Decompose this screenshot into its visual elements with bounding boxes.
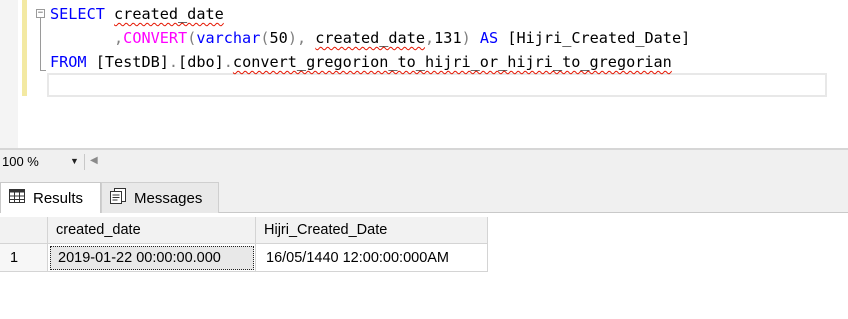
type-varchar: varchar [196, 29, 261, 47]
comma: , [425, 29, 435, 47]
code-line-3[interactable]: FROM [TestDB].[dbo].convert_gregorion_to… [50, 51, 672, 74]
results-grid: created_date Hijri_Created_Date 1 2019-0… [0, 213, 848, 319]
row-number-header[interactable] [0, 217, 48, 244]
tab-label: Results [33, 189, 84, 207]
keyword-from: FROM [50, 53, 87, 71]
column-header-hijri-created-date[interactable]: Hijri_Created_Date [256, 217, 488, 244]
column-header-created-date[interactable]: created_date [48, 217, 256, 244]
editor-gutter [0, 0, 18, 148]
tab-results[interactable]: Results [0, 182, 101, 213]
results-tabbar: Results Messages [0, 174, 848, 213]
code-line-2[interactable]: ,CONVERT(varchar(50), created_date,131) … [50, 27, 690, 50]
table-name: convert_gregorion_to_hijri_or_hijri_to_g… [232, 53, 672, 71]
function-convert: CONVERT [123, 29, 188, 47]
column-name: created_date [114, 5, 224, 23]
scroll-left-icon[interactable]: ◀ [90, 155, 98, 166]
fold-guide-end [40, 70, 46, 71]
schema-name: [dbo] [178, 53, 224, 71]
column-alias: [Hijri_Created_Date] [507, 29, 691, 47]
grid-icon [9, 189, 25, 207]
paren: ) [461, 29, 471, 47]
zoom-bar: 100 % ▼ ◀ [0, 150, 848, 174]
cell-created-date[interactable]: 2019-01-22 00:00:00.000 [48, 244, 256, 272]
zoom-divider [84, 154, 85, 170]
tab-messages[interactable]: Messages [101, 182, 219, 213]
keyword-select: SELECT [50, 5, 105, 23]
change-indicator-bar [22, 0, 27, 96]
chevron-down-icon[interactable]: ▼ [70, 156, 79, 166]
row-number[interactable]: 1 [0, 244, 48, 272]
collapse-icon[interactable]: − [36, 9, 45, 18]
column-arg: created_date [315, 29, 425, 47]
query-editor[interactable]: − SELECT created_date ,CONVERT(varchar(5… [0, 0, 848, 148]
database-name: [TestDB] [95, 53, 169, 71]
messages-icon [110, 188, 126, 208]
paren: ( [187, 29, 197, 47]
tab-label: Messages [134, 189, 203, 207]
current-line-highlight [47, 73, 827, 97]
paren: ), [287, 29, 307, 47]
cell-hijri-created-date[interactable]: 16/05/1440 12:00:00:000AM [256, 244, 488, 272]
code-line-1[interactable]: SELECT created_date [50, 3, 224, 26]
fold-guide-line [40, 18, 41, 70]
keyword-as: AS [479, 29, 499, 47]
dot: . [168, 53, 179, 71]
length-value: 50 [269, 29, 288, 47]
dot: . [223, 53, 233, 71]
style-value: 131 [434, 29, 462, 47]
zoom-level[interactable]: 100 % [2, 154, 39, 169]
paren: ( [260, 29, 270, 47]
comma: , [114, 29, 124, 47]
